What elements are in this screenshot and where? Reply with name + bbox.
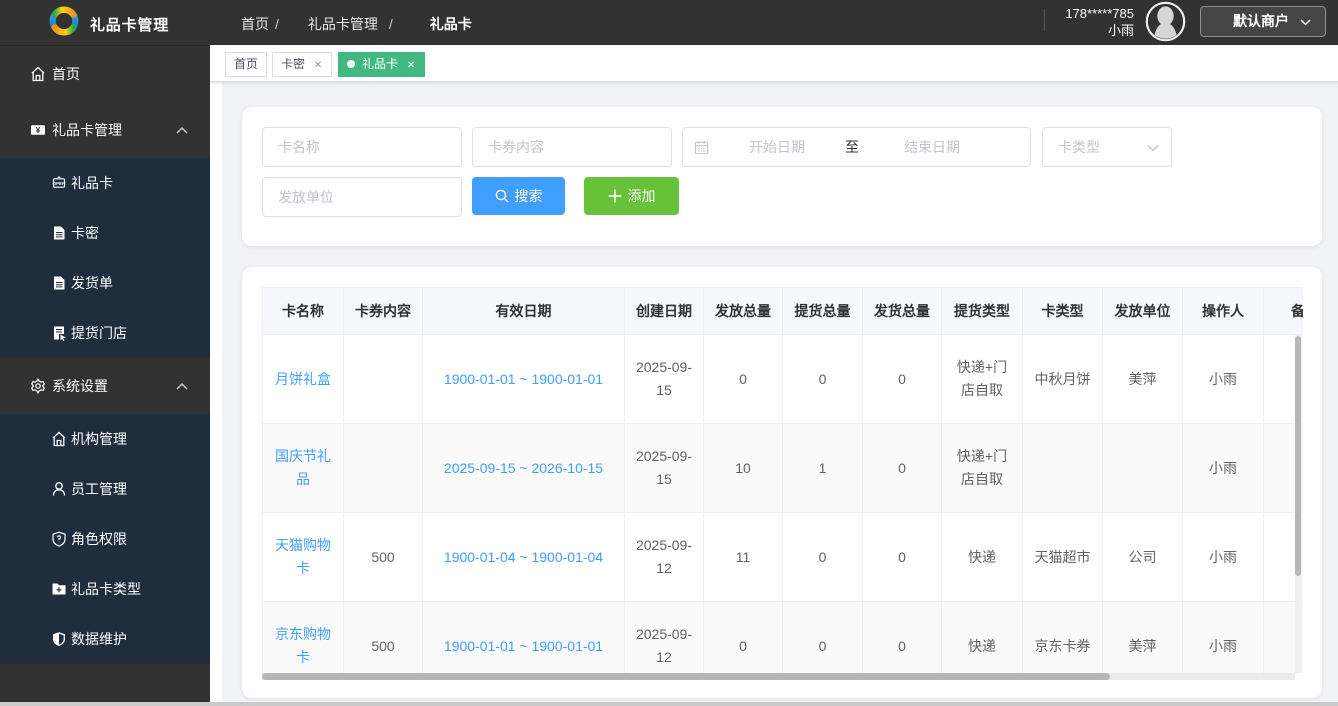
svg-text:OPEN: OPEN [53,181,66,186]
svg-text:¥: ¥ [36,126,41,135]
